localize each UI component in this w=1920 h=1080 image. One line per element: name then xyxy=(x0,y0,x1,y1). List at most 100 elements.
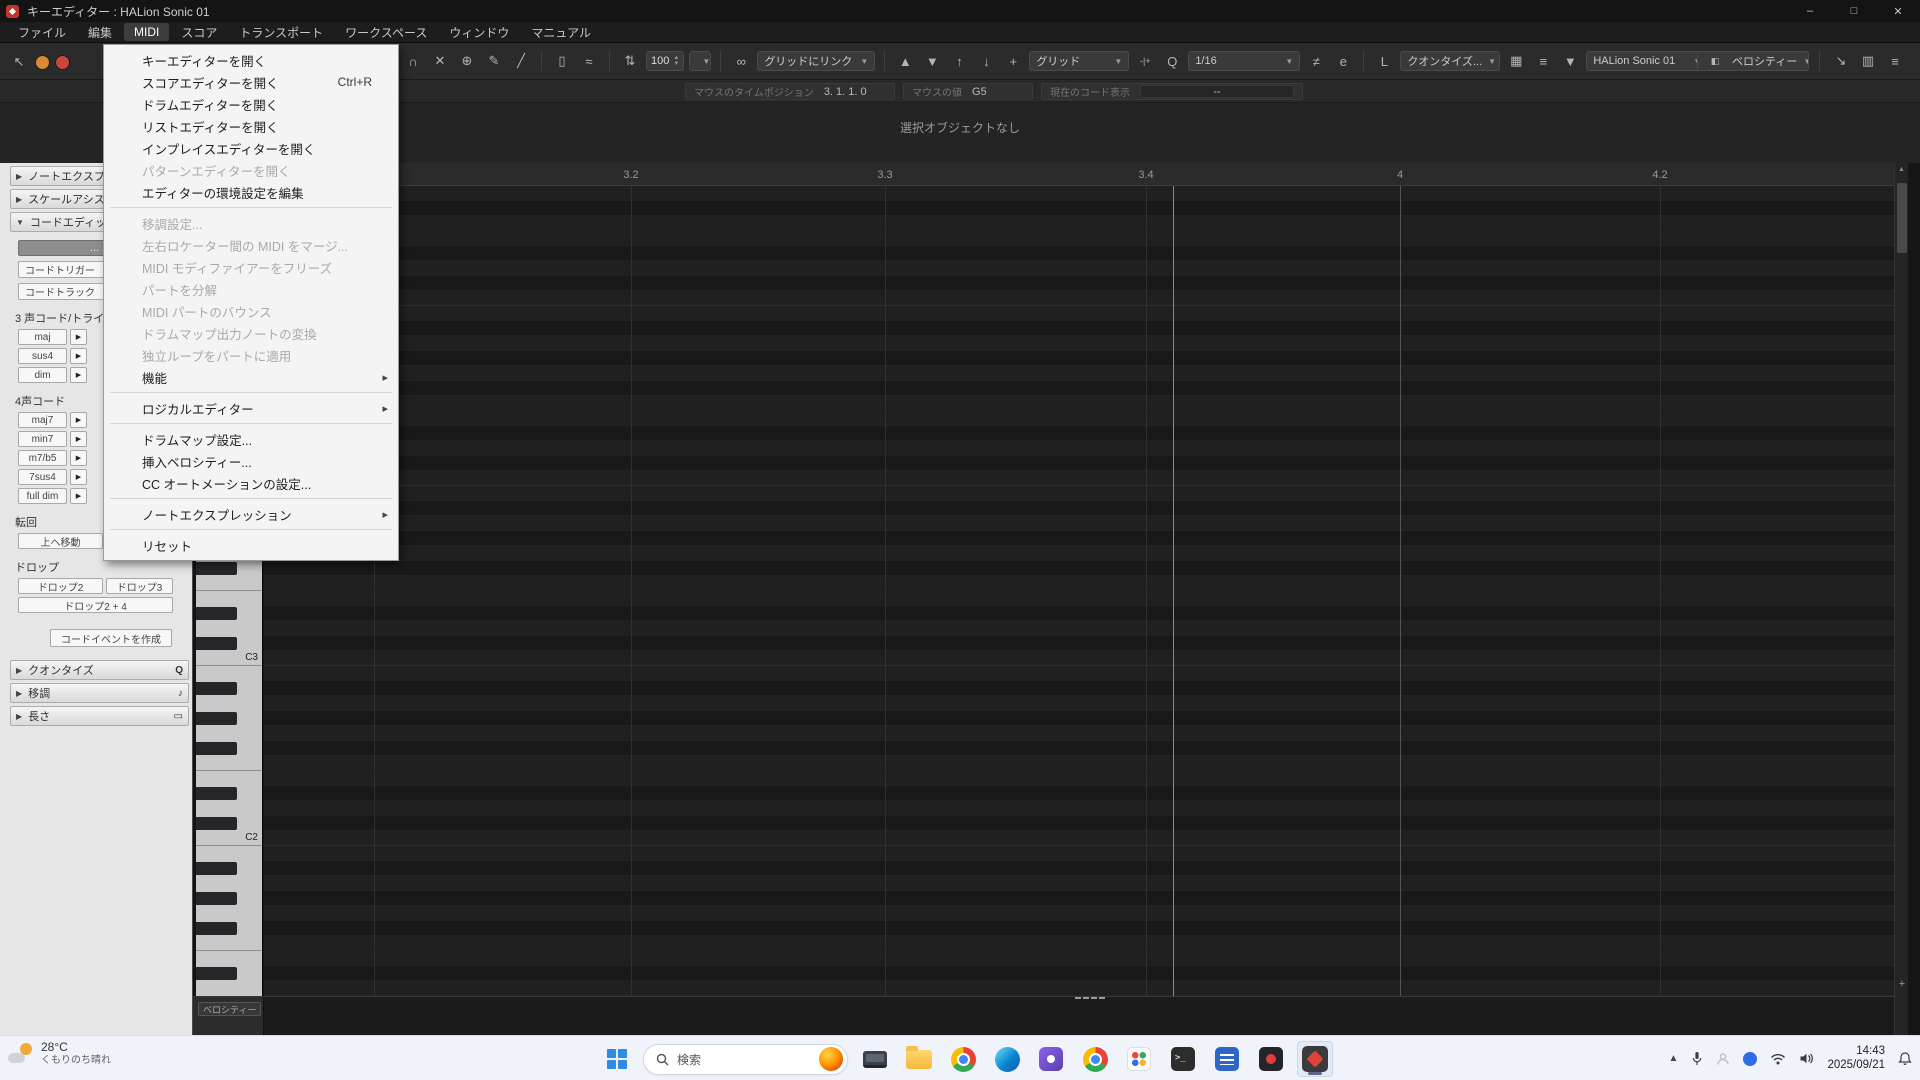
autoscroll-icon[interactable]: ≈ xyxy=(578,51,600,71)
chord-arrow-button[interactable]: ▶ xyxy=(70,367,87,383)
transpose-down-icon[interactable]: ↓ xyxy=(975,51,997,71)
chord-button[interactable]: dim xyxy=(18,367,67,383)
user-ghost-icon[interactable] xyxy=(1716,1052,1730,1066)
layers-caret-icon[interactable]: ▼ xyxy=(1559,51,1581,71)
link-icon[interactable]: ∞ xyxy=(730,51,752,71)
piano-key[interactable] xyxy=(196,846,262,861)
chord-arrow-button[interactable]: ▶ xyxy=(70,469,87,485)
menubar-item[interactable]: ウィンドウ xyxy=(439,22,519,43)
chord-button[interactable]: m7/b5 xyxy=(18,450,67,466)
menubar-item[interactable]: 編集 xyxy=(78,22,122,43)
menu-item[interactable]: CC オートメーションの設定... xyxy=(104,472,398,494)
insert-velocity-stepper[interactable]: 100 ▲▼ xyxy=(646,51,684,71)
piano-key[interactable] xyxy=(196,951,262,966)
piano-key[interactable] xyxy=(196,756,262,771)
drop-button[interactable]: ドロップ3 xyxy=(106,578,173,594)
chrome-secondary-taskbar-icon[interactable] xyxy=(1077,1041,1113,1077)
step-input-icon[interactable]: -|+ xyxy=(1134,51,1156,71)
piano-key[interactable] xyxy=(196,966,262,981)
chord-arrow-button[interactable]: ▶ xyxy=(70,450,87,466)
piano-key[interactable] xyxy=(196,891,262,906)
menubar-item[interactable]: マニュアル xyxy=(521,22,601,43)
piano-key[interactable] xyxy=(196,861,262,876)
record-button[interactable] xyxy=(55,55,70,70)
piano-key[interactable] xyxy=(196,591,262,606)
mic-icon[interactable] xyxy=(1691,1051,1703,1066)
chord-button[interactable]: maj7 xyxy=(18,412,67,428)
menu-item[interactable]: 機能▸ xyxy=(104,366,398,388)
menu-item[interactable]: 挿入ベロシティー... xyxy=(104,450,398,472)
track-selector-dropdown[interactable]: HALion Sonic 01 ▼ xyxy=(1586,51,1708,71)
piano-key[interactable] xyxy=(196,906,262,921)
right-zone-icon[interactable]: ▥ xyxy=(1857,51,1879,71)
wifi-icon[interactable] xyxy=(1770,1053,1786,1065)
menu-item[interactable]: ドラムエディターを開く xyxy=(104,93,398,115)
piano-key[interactable] xyxy=(196,711,262,726)
quantize-q-icon[interactable]: Q xyxy=(1161,51,1183,71)
menu-item[interactable]: リストエディターを開く xyxy=(104,115,398,137)
scroll-up-icon[interactable]: ▲ xyxy=(1895,166,1908,173)
length-quantize-icon[interactable]: L xyxy=(1373,51,1395,71)
piano-key[interactable] xyxy=(196,621,262,636)
line-tool-icon[interactable]: ╱ xyxy=(510,51,532,71)
close-button[interactable]: ✕ xyxy=(1876,0,1920,22)
iterative-quantize-icon[interactable]: ≠ xyxy=(1305,51,1327,71)
utility-app-taskbar-icon[interactable] xyxy=(1121,1041,1157,1077)
chord-button[interactable]: full dim xyxy=(18,488,67,504)
piano-key[interactable] xyxy=(196,936,262,951)
inspector-section-header[interactable]: ▶クオンタイズQ xyxy=(10,660,189,680)
object-selection-tool-icon[interactable]: ↖ xyxy=(8,52,30,72)
menubar-item[interactable]: ワークスペース xyxy=(335,22,437,43)
piano-key[interactable] xyxy=(196,636,262,651)
zoom-tool-icon[interactable]: ⊕ xyxy=(456,51,478,71)
audition-button[interactable] xyxy=(35,55,50,70)
piano-key[interactable] xyxy=(196,786,262,801)
move-up-icon[interactable]: ▲ xyxy=(894,51,916,71)
scrollbar-thumb[interactable] xyxy=(1897,183,1907,253)
menu-item[interactable]: エディターの環境設定を編集 xyxy=(104,181,398,203)
menu-item[interactable]: インプレイスエディターを開く xyxy=(104,137,398,159)
menu-item[interactable]: ノートエクスプレッション▸ xyxy=(104,503,398,525)
note-grid[interactable] xyxy=(264,186,1894,996)
corner-arrow-icon[interactable]: ↘ xyxy=(1830,51,1852,71)
ruler[interactable]: 3.23.33.444.2 xyxy=(193,163,1908,186)
transpose-up-icon[interactable]: ↑ xyxy=(948,51,970,71)
velocity-control-dropdown[interactable]: ◧ ベロシティー ▼ xyxy=(1697,51,1809,71)
part-borders-icon[interactable]: ▯ xyxy=(551,51,573,71)
menubar-item[interactable]: スコア xyxy=(171,22,227,43)
inspector-section-header[interactable]: ▶移調♪ xyxy=(10,683,189,703)
move-down-icon[interactable]: ▼ xyxy=(921,51,943,71)
capture-app-taskbar-icon[interactable] xyxy=(1033,1041,1069,1077)
chord-arrow-button[interactable]: ▶ xyxy=(70,348,87,364)
length-quantize-dropdown[interactable]: クオンタイズ... ▼ xyxy=(1400,51,1500,71)
menu-item[interactable]: ドラムマップ設定... xyxy=(104,428,398,450)
chord-arrow-button[interactable]: ▶ xyxy=(70,329,87,345)
insert-velocity-arrows-icon[interactable]: ⇅ xyxy=(619,51,641,71)
search-highlight-icon[interactable] xyxy=(819,1047,843,1071)
weather-widget[interactable]: 28°C くもりのち晴れ xyxy=(8,1041,111,1067)
piano-key[interactable]: C2 xyxy=(196,831,262,846)
volume-icon[interactable] xyxy=(1799,1052,1814,1065)
piano-key[interactable] xyxy=(196,561,262,576)
insert-velocity-dropdown[interactable]: ▼ xyxy=(689,51,711,71)
crosshair-icon[interactable]: + xyxy=(1002,51,1024,71)
chord-button[interactable]: sus4 xyxy=(18,348,67,364)
chord-arrow-button[interactable]: ▶ xyxy=(70,431,87,447)
piano-key[interactable] xyxy=(196,741,262,756)
piano-key[interactable] xyxy=(196,696,262,711)
piano-key[interactable] xyxy=(196,576,262,591)
status-dot-icon[interactable] xyxy=(1743,1052,1757,1066)
glue-tool-icon[interactable]: ∩ xyxy=(402,51,424,71)
menu-item[interactable]: リセット xyxy=(104,534,398,556)
link-grid-dropdown[interactable]: グリッドにリンク ▼ xyxy=(757,51,875,71)
piano-key[interactable] xyxy=(196,921,262,936)
menu-item[interactable]: スコアエディターを開くCtrl+R xyxy=(104,71,398,93)
menu-item[interactable]: キーエディターを開く xyxy=(104,49,398,71)
mute-tool-icon[interactable]: ✕ xyxy=(429,51,451,71)
menubar-item[interactable]: ファイル xyxy=(8,22,76,43)
desktop-app-taskbar-icon[interactable] xyxy=(857,1041,893,1077)
cubase-taskbar-icon[interactable] xyxy=(1297,1041,1333,1077)
search-box[interactable]: 検索 xyxy=(643,1044,848,1075)
menubar-item[interactable]: トランスポート xyxy=(229,22,333,43)
maximize-button[interactable]: □ xyxy=(1832,0,1876,22)
